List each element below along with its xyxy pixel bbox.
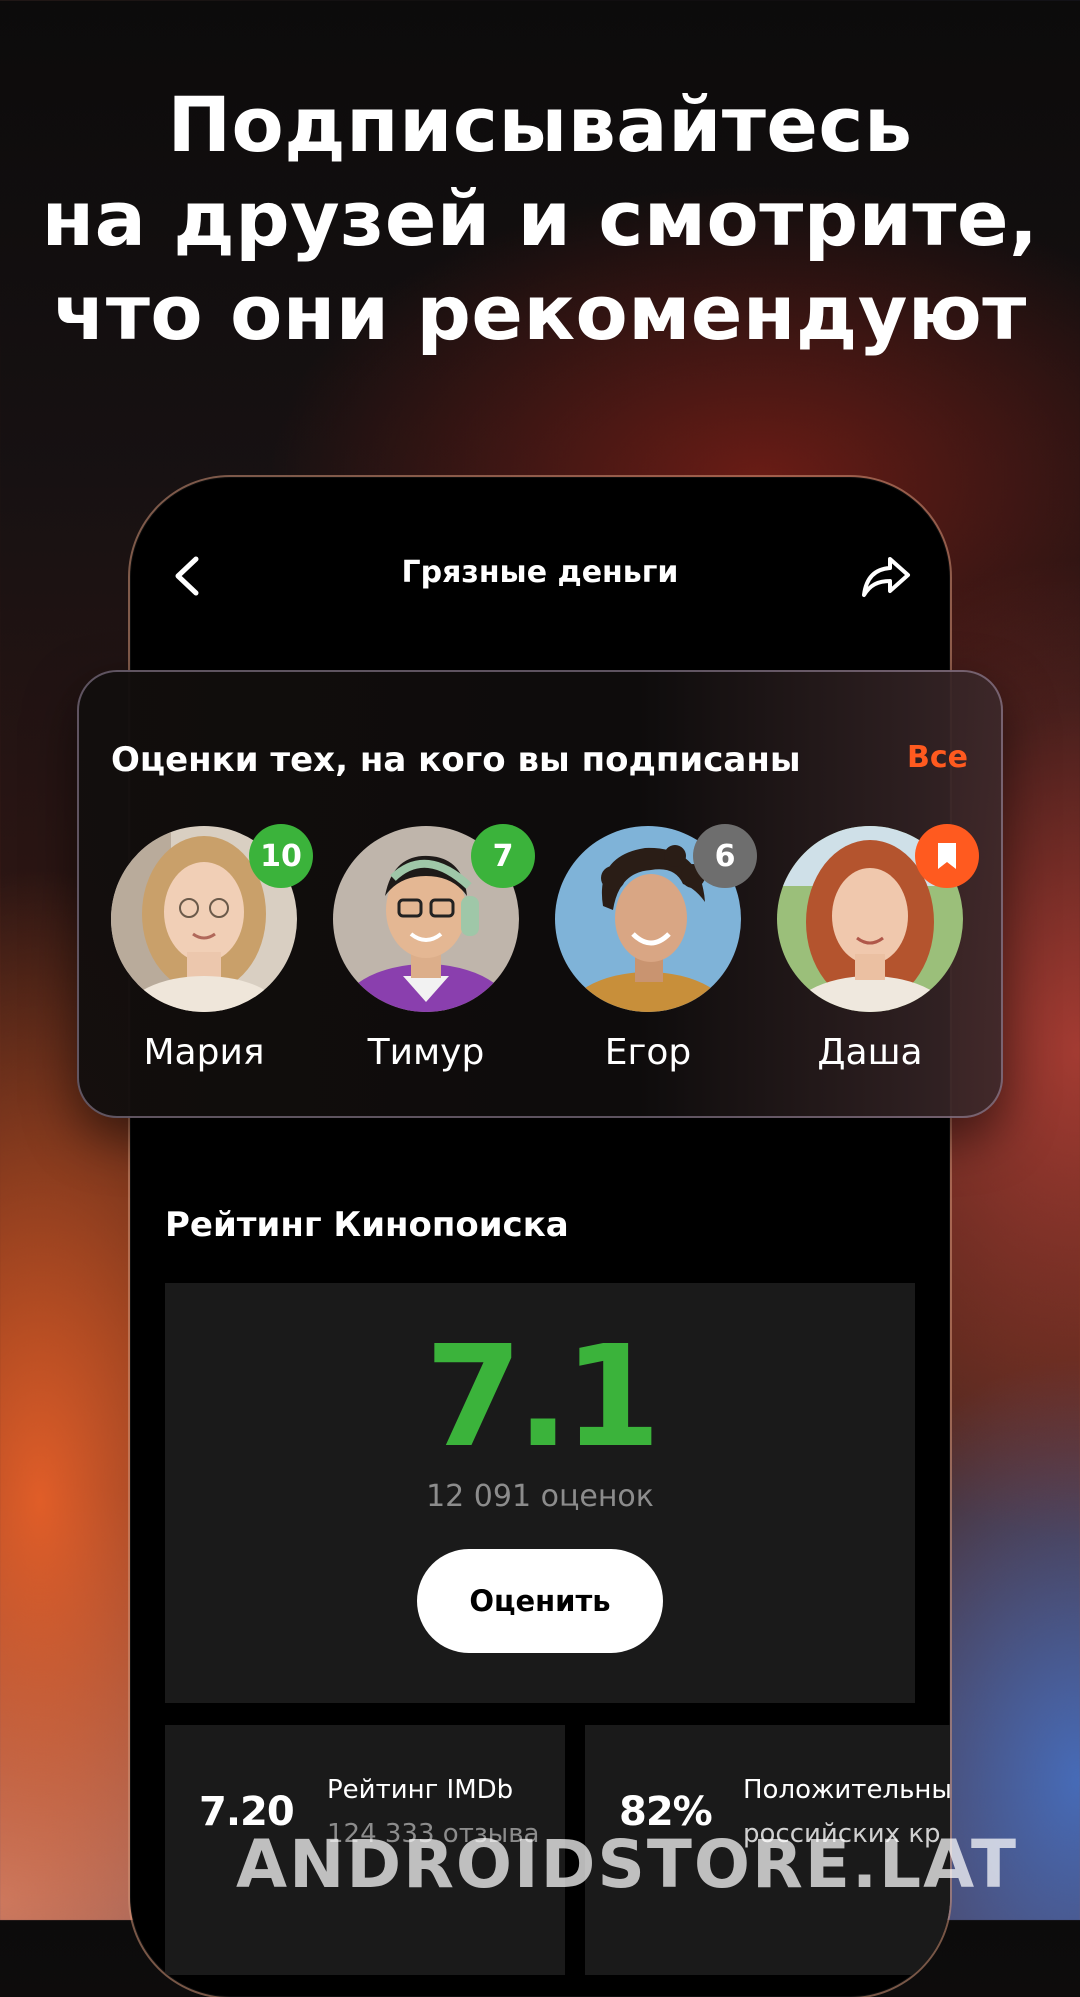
- ratings-count: 12 091 оценок: [426, 1479, 654, 1514]
- rating-badge: 6: [693, 824, 757, 888]
- share-arrow-icon[interactable]: [858, 553, 914, 601]
- friends-ratings-card: Оценки тех, на кого вы подписаны Все 10 …: [77, 670, 1003, 1118]
- friend-name: Егор: [604, 1032, 692, 1073]
- see-all-link[interactable]: Все: [907, 740, 968, 775]
- kinopoisk-rating-heading: Рейтинг Кинопоиска: [165, 1205, 569, 1245]
- friend-name: Мария: [143, 1032, 265, 1073]
- kinopoisk-score: 7.1: [424, 1316, 661, 1479]
- headline-line-1: Подписывайтесь: [167, 80, 913, 169]
- watermark: ANDROIDSTORE.LAT: [236, 1826, 1019, 1903]
- headline-line-3: что они рекомендуют: [53, 268, 1027, 357]
- movie-title: Грязные деньги: [401, 555, 679, 590]
- top-nav-bar: Грязные деньги: [130, 477, 950, 677]
- headline: Подписывайтесь на друзей и смотрите, что…: [0, 78, 1080, 360]
- friend-name: Тимур: [367, 1032, 485, 1073]
- kinopoisk-rating-card: 7.1 12 091 оценок Оценить: [165, 1283, 915, 1703]
- want-to-watch-badge: [915, 824, 979, 888]
- friends-ratings-title: Оценки тех, на кого вы подписаны: [111, 740, 801, 780]
- rate-button[interactable]: Оценить: [417, 1549, 663, 1653]
- imdb-label: Рейтинг IMDb: [327, 1775, 514, 1805]
- critics-label: Положительны: [743, 1775, 950, 1805]
- rating-badge: 7: [471, 824, 535, 888]
- bookmark-icon: [938, 843, 956, 869]
- friend-name: Даша: [817, 1032, 923, 1073]
- rating-badge: 10: [249, 824, 313, 888]
- headline-line-2: на друзей и смотрите,: [41, 174, 1039, 263]
